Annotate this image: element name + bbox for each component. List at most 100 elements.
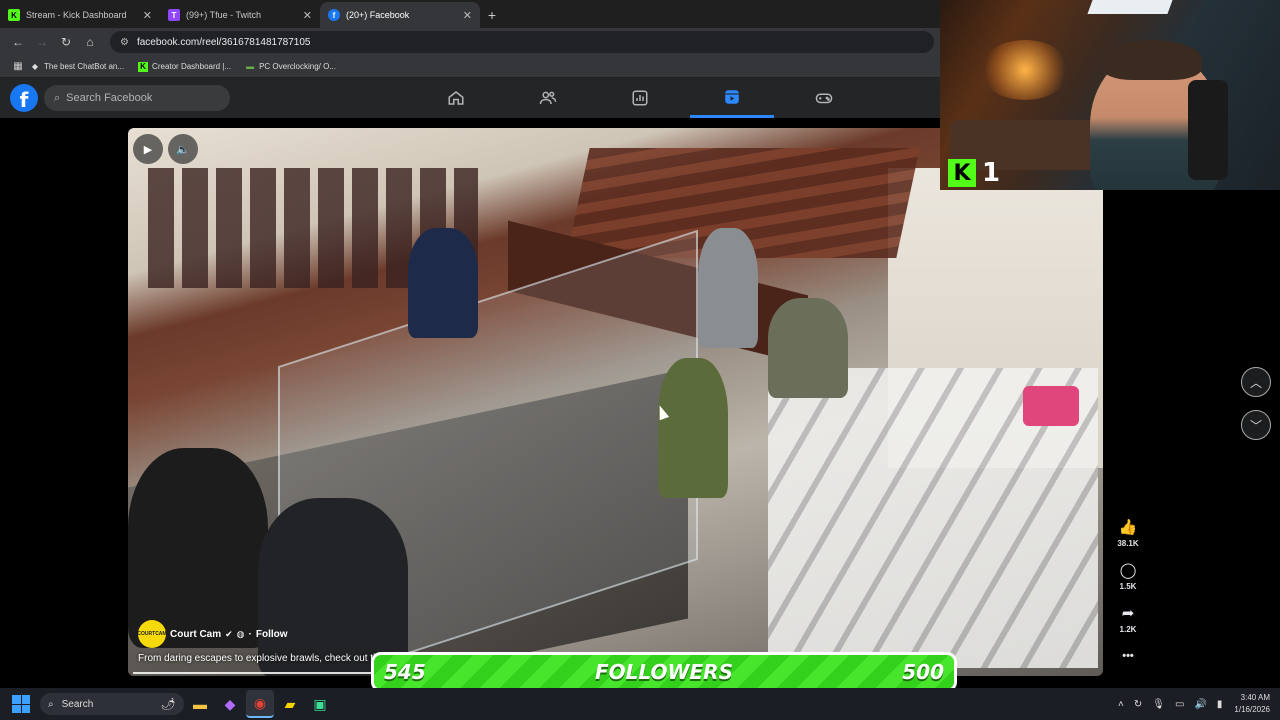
file-explorer-icon[interactable]: ▬ xyxy=(186,690,214,718)
reel-caption[interactable]: From daring escapes to explosive brawls,… xyxy=(138,653,379,664)
volume-icon[interactable]: 🔊 xyxy=(1194,699,1206,710)
tab-title: (99+) Tfue - Twitch xyxy=(186,10,261,20)
url-text: facebook.com/reel/3616781481787105 xyxy=(136,36,311,48)
search-placeholder: Search Facebook xyxy=(66,92,153,104)
nav-home[interactable] xyxy=(414,78,498,118)
goal-label: FOLLOWERS xyxy=(595,660,733,684)
chrome-icon[interactable]: ◉ xyxy=(246,690,274,718)
viewer-count: 1 xyxy=(982,158,1001,188)
reel-owner: COURTCAM Court Cam ✔ ◍ · Follow xyxy=(137,620,288,648)
sticky-notes-icon[interactable]: ▰ xyxy=(276,690,304,718)
more-icon: ••• xyxy=(1122,650,1134,662)
headset xyxy=(1188,80,1228,180)
play-icon: ▶ xyxy=(143,143,153,156)
clerk-figure xyxy=(258,498,408,676)
owner-name[interactable]: Court Cam xyxy=(170,629,221,640)
comment-button[interactable]: ◯ 1.5K xyxy=(1112,561,1144,591)
display-icon[interactable]: ▭ xyxy=(1175,699,1184,710)
tab-facebook[interactable]: f (20+) Facebook ✕ xyxy=(320,2,480,28)
url-bar[interactable]: ⚙ facebook.com/reel/3616781481787105 xyxy=(110,31,934,53)
avatar[interactable]: COURTCAM xyxy=(137,620,167,648)
address-toolbar: ← → ↻ ⌂ ⚙ facebook.com/reel/361678148178… xyxy=(0,28,940,56)
chevron-down-icon: ﹀ xyxy=(1249,418,1262,433)
previous-reel-button[interactable]: ︿ xyxy=(1241,367,1271,397)
close-icon[interactable]: ✕ xyxy=(143,9,152,22)
pink-handbag xyxy=(1023,386,1079,426)
nav-gaming[interactable] xyxy=(782,78,866,118)
verified-icon: ✔ xyxy=(225,628,233,639)
goal-target: 500 xyxy=(902,660,944,684)
battery-icon[interactable]: ▮ xyxy=(1217,699,1223,710)
ceiling-light xyxy=(1087,0,1173,14)
apps-grid-icon[interactable]: ▦ xyxy=(6,55,30,79)
more-options-button[interactable]: ••• xyxy=(1112,650,1144,662)
date: 1/16/2026 xyxy=(1234,705,1270,714)
judge-figure xyxy=(128,448,268,648)
nav-reels[interactable] xyxy=(690,78,774,118)
like-button[interactable]: 👍 38.1K xyxy=(1112,518,1144,548)
play-button[interactable]: ▶ xyxy=(133,134,163,164)
facebook-top-nav: f ⌕ Search Facebook xyxy=(0,78,940,118)
kick-icon: K xyxy=(948,159,976,187)
kick-viewer-badge: K 1 xyxy=(948,158,1000,188)
nav-dashboard[interactable] xyxy=(598,78,682,118)
windows-taskbar: ⌕ Search 🌶 ▬ ◆ ◉ ▰ ▣ ˄ ↻ 🎙 ▭ 🔊 ▮ 3:40 AM… xyxy=(0,688,1280,720)
dashboard-icon xyxy=(632,90,648,106)
tab-title: (20+) Facebook xyxy=(346,10,410,20)
microphone-icon[interactable]: 🎙 xyxy=(1152,699,1165,710)
tab-twitch[interactable]: T (99+) Tfue - Twitch ✕ xyxy=(160,2,320,28)
bookmarks-bar: ▦ ◆ The best ChatBot an... K Creator Das… xyxy=(0,56,940,78)
nav-friends[interactable] xyxy=(506,78,590,118)
friends-icon xyxy=(539,91,557,105)
next-reel-button[interactable]: ﹀ xyxy=(1241,410,1271,440)
bookmark-creator-dashboard[interactable]: K Creator Dashboard |... xyxy=(138,61,232,72)
lamp-glow xyxy=(980,40,1070,100)
close-icon[interactable]: ✕ xyxy=(303,9,312,22)
bookmark-chatbot[interactable]: ◆ The best ChatBot an... xyxy=(30,62,124,72)
taskbar-search[interactable]: ⌕ Search 🌶 xyxy=(40,693,184,715)
streamer-hair xyxy=(1102,40,1202,80)
sync-icon[interactable]: ↻ xyxy=(1134,699,1142,710)
chevron-up-icon: ︿ xyxy=(1249,375,1262,390)
mute-button[interactable]: 🔈 xyxy=(168,134,198,164)
app-icon[interactable]: ◆ xyxy=(216,690,244,718)
facebook-icon: f xyxy=(328,9,340,21)
goal-current: 545 xyxy=(384,660,426,684)
new-tab-button[interactable]: + xyxy=(480,2,504,28)
site-info-icon[interactable]: ⚙ xyxy=(120,37,129,48)
kick-icon: K xyxy=(138,61,149,72)
close-icon[interactable]: ✕ xyxy=(463,9,472,22)
share-button[interactable]: ➦ 1.2K xyxy=(1112,604,1144,634)
bookmark-pc-overclocking[interactable]: ▬ PC Overclocking/ O... xyxy=(245,62,336,72)
bookmark-icon: ▬ xyxy=(246,62,255,71)
reel-video[interactable]: ▶ 🔈 COURTCAM Court Cam ✔ ◍ · Follow From… xyxy=(128,128,1103,676)
separator-dot: · xyxy=(248,628,252,640)
officer-figure xyxy=(768,298,848,398)
search-input[interactable]: ⌕ Search Facebook xyxy=(44,85,230,111)
video-progress-bar[interactable] xyxy=(133,672,373,674)
facebook-logo[interactable]: f xyxy=(10,84,38,112)
forward-arrow-icon[interactable]: → xyxy=(30,30,54,54)
chat-app-icon[interactable]: ▣ xyxy=(306,690,334,718)
chevron-up-icon[interactable]: ˄ xyxy=(1118,699,1124,710)
bookmark-label: Creator Dashboard |... xyxy=(152,62,232,71)
tab-kick-dashboard[interactable]: K Stream - Kick Dashboard ✕ xyxy=(0,2,160,28)
time: 3:40 AM xyxy=(1240,693,1270,702)
system-tray: ˄ ↻ 🎙 ▭ 🔊 ▮ 3:40 AM 1/16/2026 xyxy=(1108,688,1280,720)
browser-tab-strip: K Stream - Kick Dashboard ✕ T (99+) Tfue… xyxy=(0,0,940,28)
reload-icon[interactable]: ↻ xyxy=(54,30,78,54)
webcam-overlay: K 1 xyxy=(940,0,1280,190)
reels-icon xyxy=(725,89,739,104)
gaming-icon xyxy=(815,93,833,104)
clock[interactable]: 3:40 AM 1/16/2026 xyxy=(1234,692,1270,716)
globe-icon: ◍ xyxy=(236,628,245,639)
pepper-icon: 🌶 xyxy=(160,697,176,711)
windows-start-icon[interactable] xyxy=(12,695,30,713)
home-icon xyxy=(448,91,464,105)
bookmark-icon: ◆ xyxy=(31,62,39,71)
back-arrow-icon[interactable]: ← xyxy=(6,30,30,54)
home-button-icon[interactable]: ⌂ xyxy=(78,30,102,54)
bookmark-label: PC Overclocking/ O... xyxy=(259,62,336,71)
follow-button[interactable]: Follow xyxy=(256,629,288,640)
search-icon: ⌕ xyxy=(48,698,54,710)
